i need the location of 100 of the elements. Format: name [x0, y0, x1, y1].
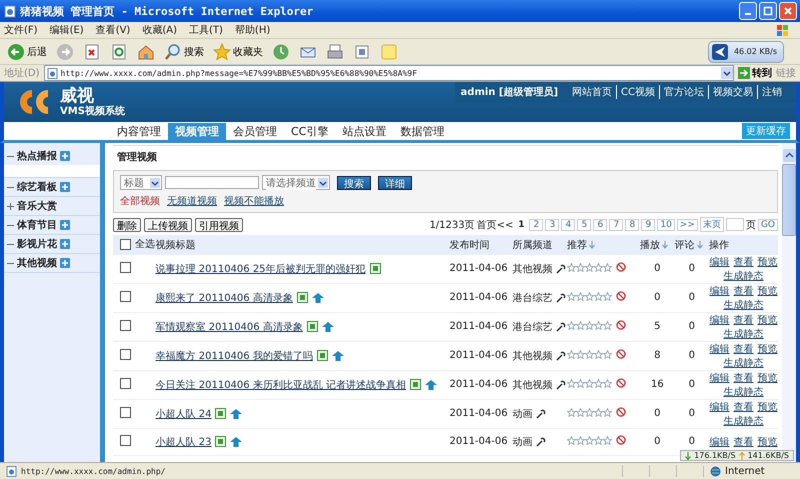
close-button[interactable]	[779, 2, 797, 20]
star-rating[interactable]	[567, 436, 612, 445]
page-link[interactable]: 4	[561, 218, 576, 230]
sort-arrow-icon[interactable]	[589, 240, 596, 249]
row-action-link[interactable]: 查看	[734, 312, 754, 326]
search-button[interactable]: 搜索	[337, 176, 371, 190]
row-action-link[interactable]: 生成静态	[724, 384, 764, 398]
next-page-link[interactable]: >>	[676, 218, 698, 230]
menu-item[interactable]: 编辑(E)	[50, 23, 84, 37]
row-action-link[interactable]: 生成静态	[724, 356, 764, 370]
go-button[interactable]: GO	[758, 218, 778, 230]
sort-arrow-icon[interactable]	[662, 240, 668, 249]
add-icon[interactable]	[60, 258, 70, 268]
page-link[interactable]: 6	[593, 218, 608, 230]
sidebar-item[interactable]: 综艺看板	[17, 180, 57, 194]
ban-icon[interactable]	[616, 291, 626, 302]
page-link[interactable]: 1	[515, 220, 528, 230]
sidebar-item[interactable]: 音乐大赏	[17, 199, 57, 213]
up-arrow-icon[interactable]	[332, 350, 344, 360]
header-link[interactable]: 注销	[757, 85, 786, 99]
menu-item[interactable]: 帮助(H)	[234, 23, 270, 37]
nav-tab[interactable]: 视频管理	[168, 123, 226, 140]
nav-tab[interactable]: 内容管理	[110, 123, 168, 140]
row-action-link[interactable]: 生成静态	[724, 298, 764, 312]
row-action-link[interactable]: 编辑	[710, 434, 730, 448]
row-checkbox[interactable]	[120, 348, 131, 360]
ban-icon[interactable]	[616, 378, 626, 388]
row-action-link[interactable]: 预览	[758, 254, 778, 268]
sidebar-item[interactable]: 体育节目	[17, 218, 57, 232]
row-action-link[interactable]: 查看	[734, 434, 754, 448]
star-rating[interactable]	[567, 262, 612, 272]
ban-icon[interactable]	[616, 349, 626, 360]
nav-tab[interactable]: CC引擎	[284, 123, 336, 140]
page-number-field[interactable]	[726, 218, 744, 231]
star-rating[interactable]	[567, 378, 612, 388]
wrench-icon[interactable]	[556, 380, 566, 390]
header-link[interactable]: 网站首页	[568, 85, 616, 99]
row-checkbox[interactable]	[120, 406, 131, 418]
ban-icon[interactable]	[616, 262, 626, 272]
nav-tab[interactable]: 会员管理	[226, 123, 284, 140]
wrench-icon[interactable]	[556, 264, 566, 274]
page-link[interactable]: 2	[529, 218, 544, 230]
row-checkbox[interactable]	[120, 320, 131, 330]
video-title-link[interactable]: 幸福魔方 20110406 我的爱错了吗	[156, 348, 313, 362]
wrench-icon[interactable]	[536, 408, 546, 418]
add-icon[interactable]	[60, 151, 70, 161]
up-arrow-icon[interactable]	[322, 322, 334, 332]
go-button[interactable]: 转到	[738, 66, 772, 80]
tree-toggle-icon[interactable]	[7, 202, 14, 210]
video-file-icon[interactable]	[215, 408, 226, 419]
scrollbar-thumb[interactable]	[782, 164, 796, 236]
page-link[interactable]: 5	[577, 218, 592, 230]
video-file-icon[interactable]	[370, 263, 381, 274]
channel-select[interactable]: 请选择频道	[262, 175, 330, 190]
favorites-button[interactable]: 收藏夹	[210, 42, 266, 62]
row-action-link[interactable]: 编辑	[710, 342, 730, 356]
filter-link[interactable]: 全部视频	[120, 194, 160, 208]
video-title-link[interactable]: 说事拉理 20110406 25年后被判无罪的强奸犯	[156, 262, 366, 276]
video-file-icon[interactable]	[410, 379, 421, 390]
sort-arrow-icon[interactable]	[696, 240, 703, 249]
address-field[interactable]: http://www.xxxx.com/admin.php?message=%E7%99%BB%E5%BD%95%E6%88%90%E5%8A%9F	[44, 65, 734, 81]
minimize-button[interactable]	[739, 2, 757, 20]
row-action-link[interactable]: 查看	[734, 342, 754, 356]
row-action-link[interactable]: 查看	[734, 370, 754, 384]
field-select[interactable]: 标题	[120, 175, 162, 190]
up-arrow-icon[interactable]	[425, 380, 437, 390]
row-checkbox[interactable]	[120, 290, 131, 302]
up-arrow-icon[interactable]	[312, 292, 324, 302]
detail-button[interactable]: 详细	[378, 176, 412, 190]
nav-tab[interactable]: 数据管理	[393, 123, 452, 140]
action-button[interactable]: 引用视频	[195, 218, 243, 232]
wrench-icon[interactable]	[536, 436, 546, 446]
video-file-icon[interactable]	[316, 350, 328, 361]
row-action-link[interactable]: 生成静态	[724, 268, 764, 282]
maximize-button[interactable]	[759, 2, 777, 20]
menu-item[interactable]: 工具(T)	[189, 23, 223, 37]
header-link[interactable]: 官方论坛	[659, 85, 708, 99]
row-action-link[interactable]: 查看	[734, 254, 754, 268]
row-action-link[interactable]: 编辑	[710, 312, 730, 326]
star-rating[interactable]	[567, 292, 612, 301]
page-link[interactable]: 10	[657, 218, 675, 230]
row-action-link[interactable]: 预览	[758, 284, 778, 298]
row-action-link[interactable]: 编辑	[710, 254, 730, 268]
sidebar-item[interactable]: 影视片花	[17, 237, 57, 251]
header-link[interactable]: CC视频	[616, 85, 659, 99]
ban-icon[interactable]	[616, 435, 626, 446]
search-button[interactable]: 搜索	[161, 42, 207, 62]
row-action-link[interactable]: 编辑	[710, 370, 730, 384]
wrench-icon[interactable]	[556, 350, 566, 360]
row-action-link[interactable]: 编辑	[710, 400, 730, 414]
video-title-link[interactable]: 小超人队 24	[156, 406, 212, 420]
video-title-link[interactable]: 康熙来了 20110406 高清录象	[156, 290, 293, 304]
row-action-link[interactable]: 编辑	[710, 284, 730, 298]
row-checkbox[interactable]	[120, 262, 131, 272]
up-arrow-icon[interactable]	[230, 408, 242, 418]
star-rating[interactable]	[567, 350, 612, 359]
wrench-icon[interactable]	[556, 322, 566, 332]
row-action-link[interactable]: 查看	[734, 400, 754, 414]
sidebar-item[interactable]: 热点播报	[17, 149, 57, 163]
page-link[interactable]: 9	[641, 218, 656, 230]
